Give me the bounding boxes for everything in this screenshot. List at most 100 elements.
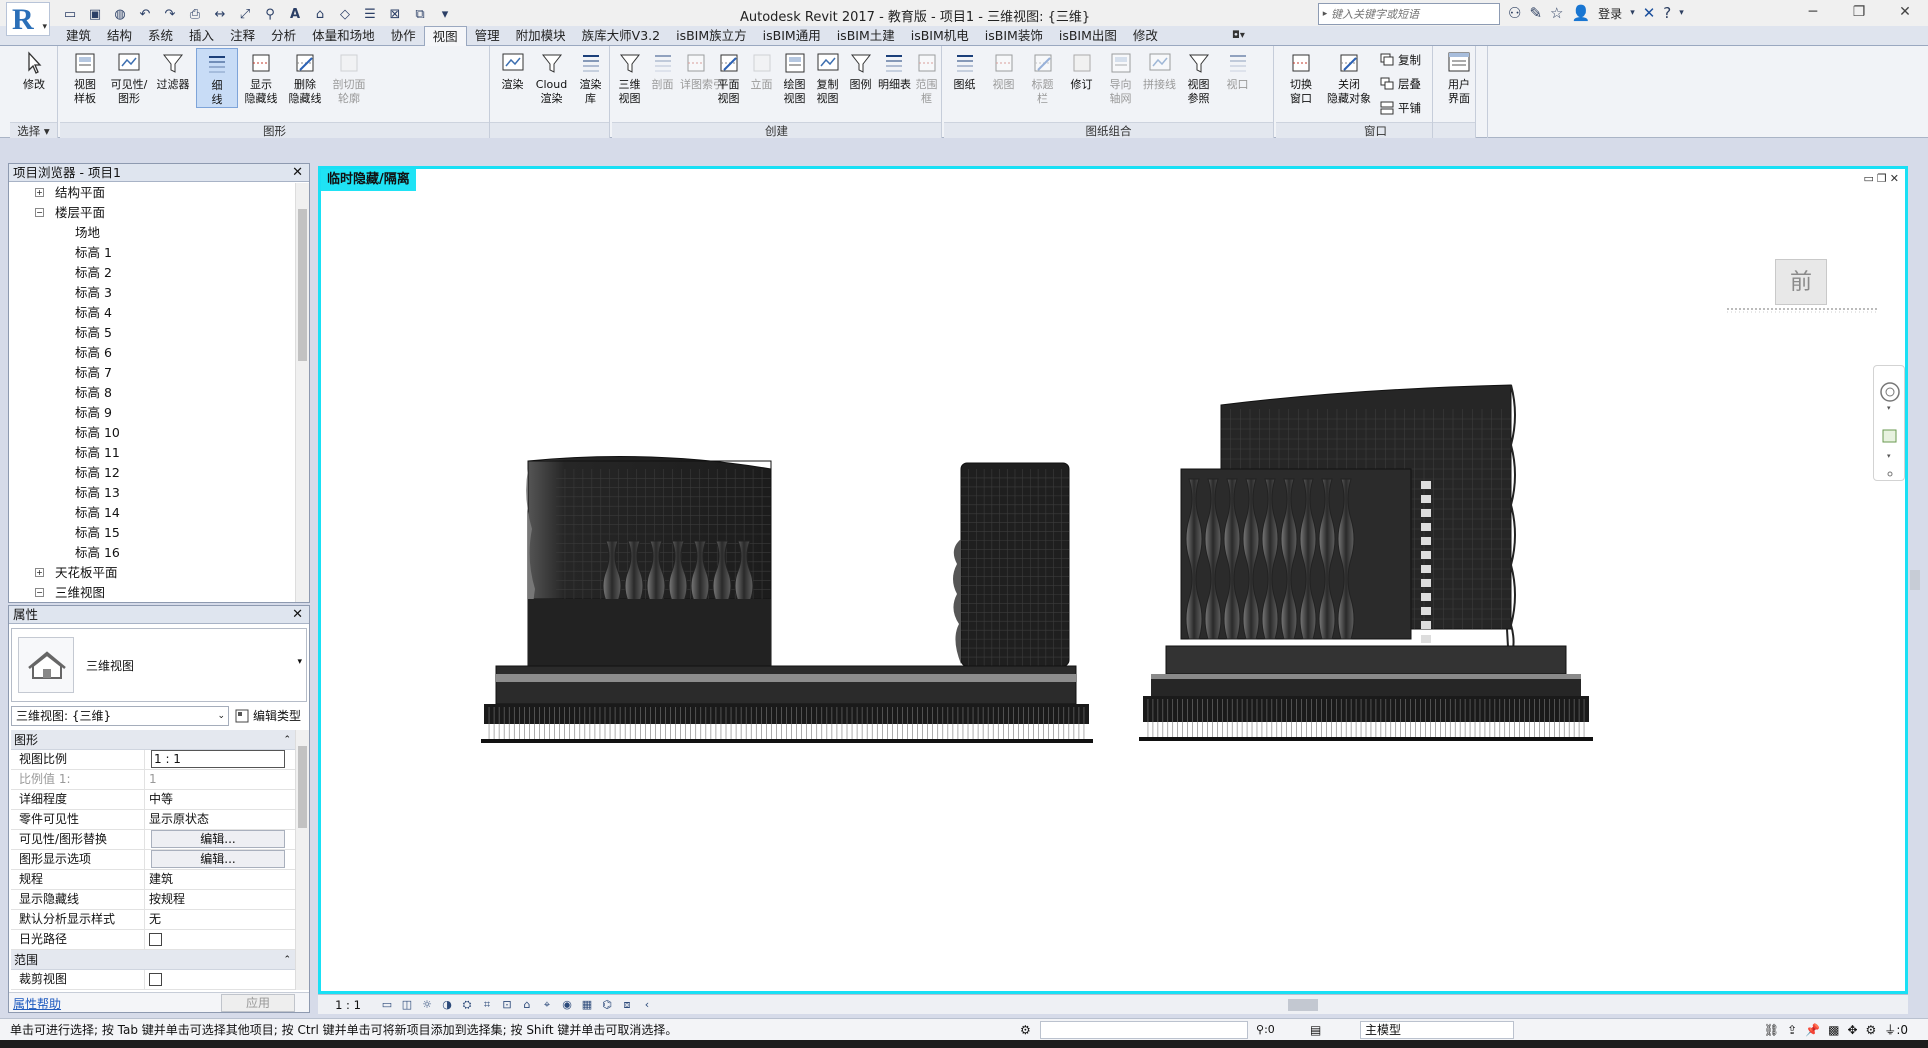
view-instance-selector[interactable]: 三维视图: {三维} ⌄ — [11, 706, 229, 726]
graphics-button-0[interactable]: 视图 样板 — [64, 48, 106, 106]
drawing-viewport[interactable]: 临时隐藏/隔离 ▭ ❐ ✕ 前 ▾ ▾ — [318, 166, 1908, 994]
tab-6[interactable]: 体量和场地 — [304, 26, 383, 46]
user-interface-button[interactable]: 用户 界面 — [1439, 48, 1479, 106]
property-category[interactable]: 范围 ⌃ — [11, 950, 295, 970]
modify-button[interactable]: 修改 — [14, 48, 54, 92]
select-underlay-icon[interactable]: ⇪ — [1787, 1019, 1797, 1041]
tab-5[interactable]: 分析 — [263, 26, 304, 46]
tree-item[interactable]: 标高 4 — [9, 303, 295, 323]
undo-icon[interactable]: ↶ — [135, 4, 155, 24]
tree-item[interactable]: 场地 — [9, 223, 295, 243]
properties-scrollbar[interactable] — [295, 730, 309, 990]
tab-13[interactable]: isBIM通用 — [755, 26, 829, 46]
steering-wheel-icon[interactable] — [1880, 382, 1900, 402]
text-icon[interactable]: A — [285, 4, 305, 24]
collapse-caret-icon[interactable]: ⌃ — [283, 950, 291, 970]
redo-icon[interactable]: ↷ — [160, 4, 180, 24]
tree-item[interactable]: 标高 9 — [9, 403, 295, 423]
open-icon[interactable]: ▭ — [60, 4, 80, 24]
window-button-0[interactable]: 切换 窗口 — [1278, 48, 1324, 106]
help-icon[interactable]: ? — [1663, 4, 1671, 22]
chevron-left-icon[interactable]: ‹ — [638, 998, 656, 1012]
apply-button[interactable]: 应用 — [221, 994, 295, 1012]
drag-on-selection-icon[interactable]: ✥ — [1847, 1019, 1857, 1041]
tree-item[interactable]: − 楼层平面 — [9, 203, 295, 223]
property-checkbox[interactable] — [149, 933, 162, 946]
sun-path-icon[interactable]: ☼ — [418, 998, 436, 1012]
design-options-icon[interactable]: ▤ — [1310, 1019, 1321, 1041]
temp-view-properties-icon[interactable]: ▦ — [578, 998, 596, 1012]
properties-help-link[interactable]: 属性帮助 — [13, 995, 61, 1012]
sheet-button-1[interactable]: 视图 — [985, 48, 1022, 92]
select-by-face-icon[interactable]: ▩ — [1828, 1019, 1839, 1041]
tab-14[interactable]: isBIM土建 — [829, 26, 903, 46]
exchange-apps-icon[interactable]: ✕ — [1643, 4, 1656, 22]
tree-item[interactable]: 标高 8 — [9, 383, 295, 403]
tab-11[interactable]: 族库大师V3.2 — [574, 26, 668, 46]
chevron-right-icon[interactable]: ▸ — [1319, 9, 1331, 19]
tag-icon[interactable]: ⚲ — [260, 4, 280, 24]
render-button-0[interactable]: 渲染 — [494, 48, 531, 92]
tab-3[interactable]: 插入 — [181, 26, 222, 46]
edit-type-button[interactable]: 编辑类型 — [235, 706, 301, 726]
analytical-model-icon[interactable]: ⌬ — [598, 998, 616, 1012]
subscription-icon[interactable]: ✎ — [1529, 4, 1542, 22]
application-menu-button[interactable]: R ▾ — [6, 2, 50, 36]
visual-style-icon[interactable]: ◫ — [398, 998, 416, 1012]
ribbon-minimize-icon[interactable]: ◘▾ — [1232, 30, 1245, 41]
sheet-button-6[interactable]: 视图 参照 — [1180, 48, 1217, 106]
window-button-1[interactable]: 关闭 隐藏对象 — [1326, 48, 1372, 106]
sheet-button-4[interactable]: 导向 轴网 — [1102, 48, 1139, 106]
sheet-button-5[interactable]: 拼接线 — [1141, 48, 1178, 92]
binoculars-icon[interactable]: ⚇ — [1508, 4, 1521, 22]
horizontal-scroll-thumb[interactable] — [1288, 999, 1318, 1011]
graphics-button-2[interactable]: 过滤器 — [152, 48, 194, 92]
create-button-6[interactable]: 复制 视图 — [812, 48, 843, 106]
tree-item[interactable]: 标高 13 — [9, 483, 295, 503]
property-checkbox[interactable] — [149, 973, 162, 986]
tree-item[interactable]: 标高 1 — [9, 243, 295, 263]
minimize-icon[interactable]: ─ — [1790, 0, 1836, 24]
expand-icon[interactable]: + — [35, 188, 44, 197]
render-button-1[interactable]: Cloud 渲染 — [533, 48, 570, 106]
tree-item[interactable]: 标高 7 — [9, 363, 295, 383]
view-scale-input[interactable]: 1 : 1 — [151, 750, 285, 768]
nav-options-icon[interactable] — [1887, 471, 1893, 477]
create-button-3[interactable]: 平面 视图 — [713, 48, 744, 106]
close-icon[interactable]: ✕ — [292, 164, 303, 182]
edit-button[interactable]: 编辑... — [151, 850, 285, 868]
browser-scrollbar[interactable] — [295, 183, 309, 602]
tab-18[interactable]: 修改 — [1125, 26, 1166, 46]
design-option-selector[interactable]: 主模型 — [1360, 1021, 1514, 1039]
tree-item[interactable]: 标高 15 — [9, 523, 295, 543]
select-links-icon[interactable]: ⛓ — [1764, 1019, 1779, 1041]
panel-label-select[interactable]: 选择 ▾ — [10, 122, 57, 138]
create-button-1[interactable]: 剖面 — [647, 48, 678, 92]
sheet-button-7[interactable]: 视口 — [1219, 48, 1256, 92]
close-icon[interactable]: ✕ — [1890, 172, 1899, 185]
sync-icon[interactable]: ◍ — [110, 4, 130, 24]
duplicate-window-button[interactable]: 复制 — [1380, 52, 1421, 68]
close-icon[interactable]: ✕ — [292, 606, 303, 624]
cascade-button[interactable]: 层叠 — [1380, 76, 1421, 92]
tab-10[interactable]: 附加模块 — [508, 26, 574, 46]
editable-filter[interactable]: ⚲:0 — [1256, 1019, 1275, 1041]
graphics-button-5[interactable]: 删除 隐藏线 — [284, 48, 326, 106]
tree-item[interactable]: + 天花板平面 — [9, 563, 295, 583]
tree-item[interactable]: 标高 3 — [9, 283, 295, 303]
view-scale[interactable]: 1 : 1 — [318, 998, 378, 1012]
tree-item[interactable]: 标高 5 — [9, 323, 295, 343]
switch-windows-icon[interactable]: ⧉ — [410, 4, 430, 24]
reveal-hidden-icon[interactable]: ◉ — [558, 998, 576, 1012]
tree-item[interactable]: 标高 2 — [9, 263, 295, 283]
customize-qat-icon[interactable]: ▾ — [435, 4, 455, 24]
infocenter-search[interactable]: ▸ — [1318, 3, 1500, 25]
create-button-8[interactable]: 明细表 — [878, 48, 911, 92]
highlight-displacement-icon[interactable]: ⧈ — [618, 998, 636, 1012]
graphics-button-3[interactable]: 细 线 — [196, 48, 238, 108]
viewcube[interactable]: 前 — [1727, 259, 1877, 329]
collapse-icon[interactable]: − — [35, 588, 44, 597]
render-dialog-icon[interactable]: ⛭ — [458, 998, 476, 1012]
expand-icon[interactable]: + — [35, 568, 44, 577]
create-button-0[interactable]: 三维 视图 — [614, 48, 645, 106]
